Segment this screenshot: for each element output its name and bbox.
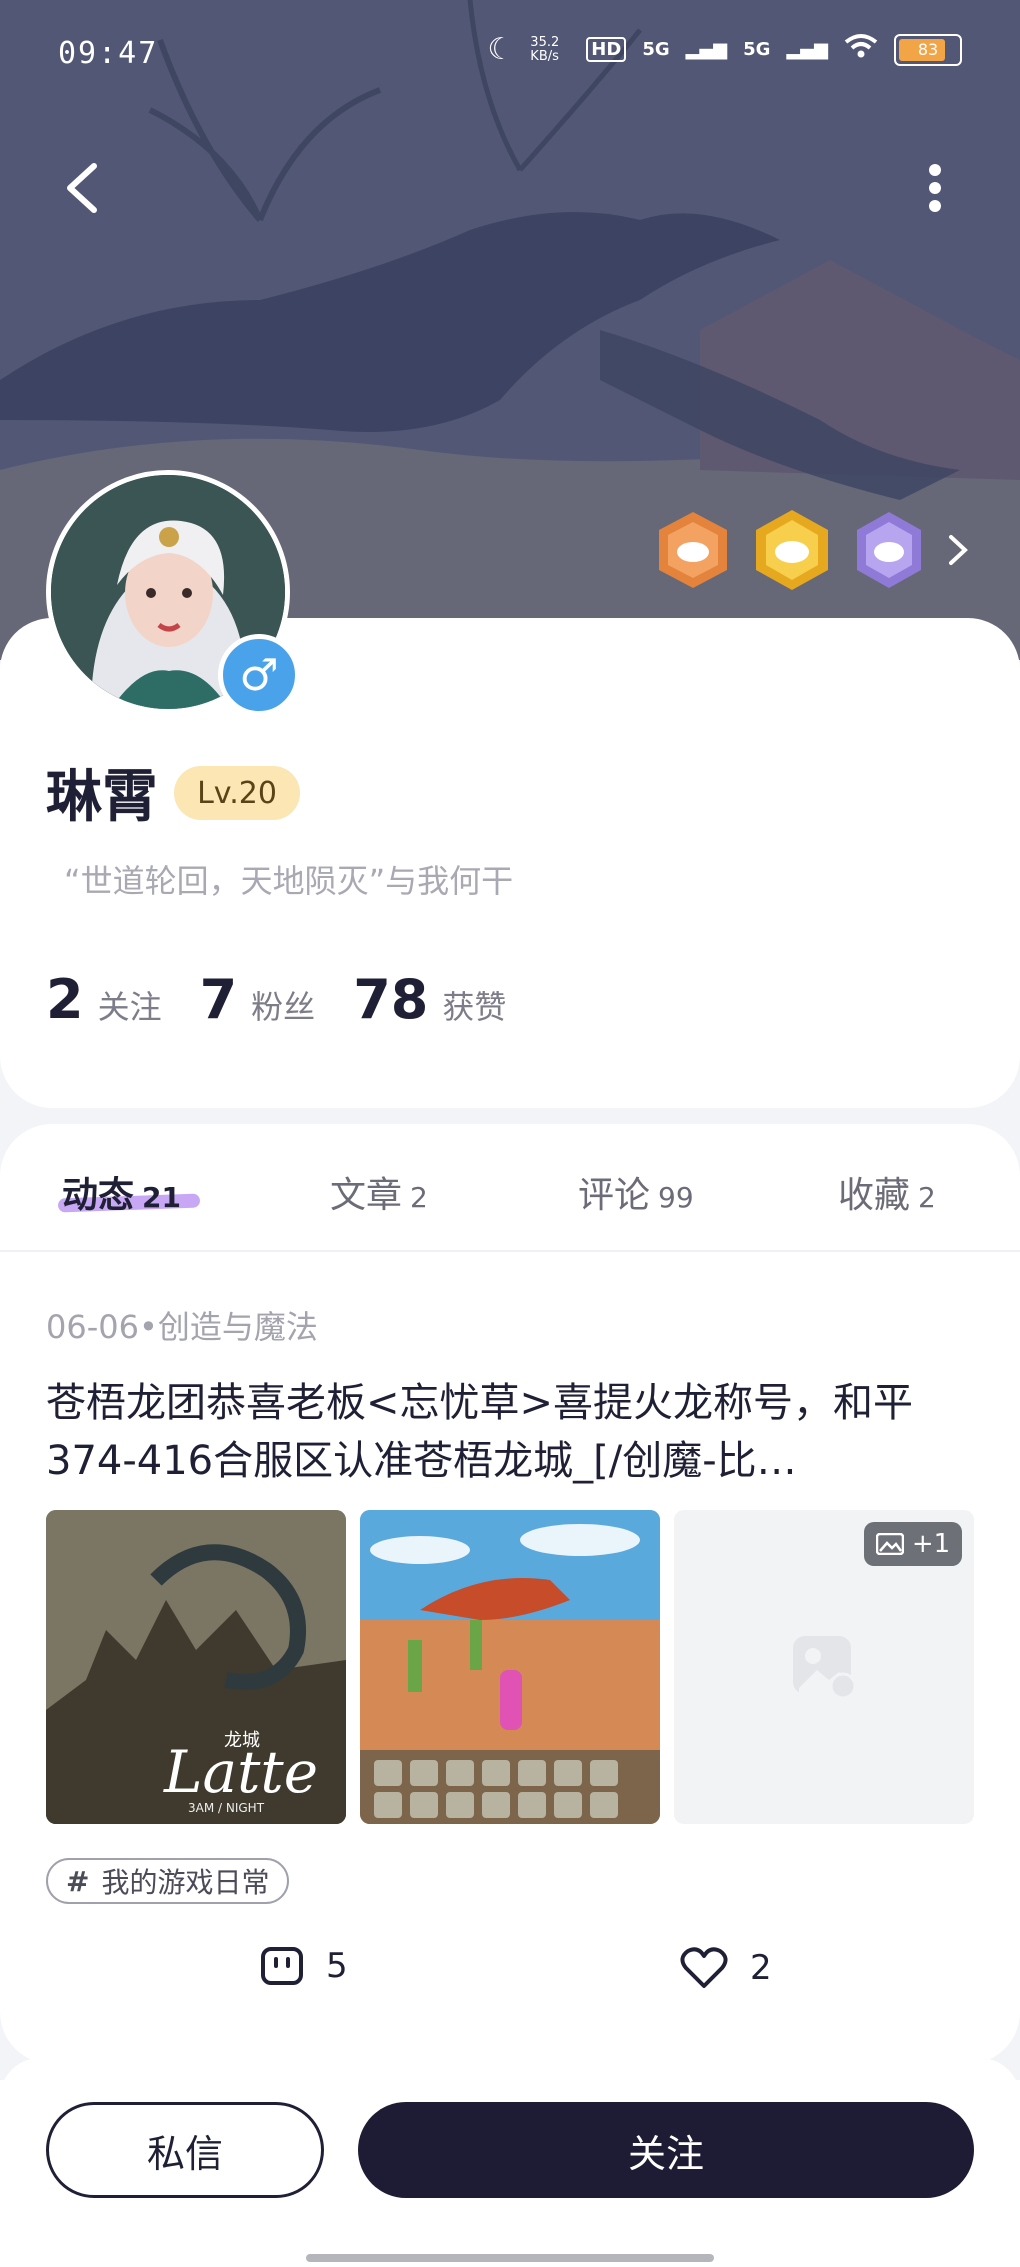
img1-sub: 3AM / NIGHT xyxy=(188,1801,265,1815)
level-badge[interactable]: Lv.20 xyxy=(174,766,300,820)
topic-tag-label: 我的游戏日常 xyxy=(101,1866,270,1899)
achievement-badges[interactable] xyxy=(656,508,970,592)
post-image-2[interactable] xyxy=(360,1510,660,1824)
dragon-artwork-illustration: 龙城 Latte 3AM / NIGHT xyxy=(46,1510,346,1824)
message-button[interactable]: 私信 xyxy=(46,2102,324,2198)
post-meta[interactable]: 06-06•创造与魔法 xyxy=(46,1302,318,1348)
signal-5g-1: 5G xyxy=(642,39,670,60)
moon-icon: ☾ xyxy=(487,32,515,67)
like-button[interactable]: 2 xyxy=(680,1946,772,1990)
hash-icon: # xyxy=(66,1864,90,1898)
tab-moments-count: 21 xyxy=(142,1181,181,1214)
user-stats: 2 关注 7 粉丝 78 获赞 xyxy=(46,968,544,1031)
tab-comments-label: 评论 xyxy=(578,1175,651,1216)
user-name: 琳霄 xyxy=(46,765,158,830)
follow-button[interactable]: 关注 xyxy=(358,2102,974,2198)
more-options-button[interactable] xyxy=(922,160,948,220)
following-label[interactable]: 关注 xyxy=(98,982,162,1028)
game-screenshot-illustration xyxy=(360,1510,660,1824)
post-text[interactable]: 苍梧龙团恭喜老板<忘忧草>喜提火龙称号，和平374-416合服区认准苍梧龙城_[… xyxy=(46,1374,976,1490)
post-image-1[interactable]: 龙城 Latte 3AM / NIGHT xyxy=(46,1510,346,1824)
tab-favorites-count: 2 xyxy=(918,1181,936,1214)
purple-badge-icon xyxy=(857,512,921,588)
likes-received-count: 78 xyxy=(353,968,429,1031)
hd-icon: HD xyxy=(586,37,627,62)
back-button[interactable] xyxy=(62,160,102,220)
tab-favorites[interactable]: 收藏 2 xyxy=(838,1166,936,1218)
more-vertical-icon xyxy=(929,164,941,212)
battery-level: 83 xyxy=(917,40,939,59)
comment-button[interactable]: 5 xyxy=(260,1946,348,1986)
signal-bars-icon-2: ▂▄▆ xyxy=(786,39,828,60)
likes-received-label: 获赞 xyxy=(442,988,507,1026)
more-images-count: +1 xyxy=(911,1529,951,1559)
user-signature: “世道轮回，天地陨灭”与我何干 xyxy=(64,862,514,900)
status-icons: ☾ 35.2 KB/s HD 5G ▂▄▆ 5G ▂▄▆ 83 xyxy=(487,32,962,67)
tab-articles[interactable]: 文章 2 xyxy=(330,1166,428,1218)
signal-5g-2: 5G xyxy=(743,39,771,60)
post-image-3-loading[interactable]: +1 xyxy=(674,1510,974,1824)
comment-count: 5 xyxy=(326,1946,348,1986)
tabs-divider xyxy=(0,1250,1020,1252)
tab-articles-label: 文章 xyxy=(330,1175,403,1216)
gender-male-icon: ♂ xyxy=(218,634,300,716)
home-indicator[interactable] xyxy=(306,2254,714,2262)
tab-comments-count: 99 xyxy=(658,1181,694,1214)
wifi-icon xyxy=(844,33,878,66)
tab-articles-count: 2 xyxy=(410,1181,428,1214)
followers-count[interactable]: 7 xyxy=(200,968,238,1031)
tab-moments[interactable]: 动态 21 xyxy=(62,1166,181,1218)
status-time: 09:47 xyxy=(58,36,159,71)
img1-brand: Latte xyxy=(163,1738,318,1806)
chevron-right-icon xyxy=(949,535,968,565)
like-count: 2 xyxy=(750,1948,772,1988)
battery-icon: 83 xyxy=(894,33,962,66)
image-icon xyxy=(875,1533,904,1555)
tab-comments[interactable]: 评论 99 xyxy=(578,1166,694,1218)
topic-tag[interactable]: # 我的游戏日常 xyxy=(46,1858,290,1904)
following-count[interactable]: 2 xyxy=(46,968,84,1031)
chevron-left-icon xyxy=(67,163,97,213)
tab-favorites-label: 收藏 xyxy=(838,1175,911,1216)
status-bar: 09:47 ☾ 35.2 KB/s HD 5G ▂▄▆ 5G ▂▄▆ 83 xyxy=(0,0,1020,110)
image-placeholder-icon xyxy=(793,1636,857,1700)
gold-badge-icon xyxy=(756,510,828,590)
heart-icon xyxy=(680,1947,728,1988)
more-images-badge: +1 xyxy=(864,1522,962,1566)
tab-moments-label: 动态 xyxy=(62,1175,135,1216)
followers-label[interactable]: 粉丝 xyxy=(251,982,315,1028)
net-speed: 35.2 KB/s xyxy=(530,34,560,64)
bronze-badge-icon xyxy=(659,512,727,588)
signal-bars-icon: ▂▄▆ xyxy=(685,39,728,60)
comment-icon xyxy=(261,1947,303,1985)
